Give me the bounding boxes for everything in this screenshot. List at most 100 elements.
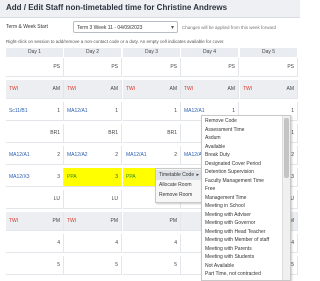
session-label: AM (169, 86, 178, 92)
timetable-cell[interactable]: 5 (6, 256, 64, 275)
timetable-cell[interactable]: PS (6, 58, 64, 77)
week-select[interactable]: Term 3 Week 11 - 04/09/2023 ▾ (73, 21, 178, 33)
timetable-cell[interactable]: 4 (123, 234, 181, 253)
registration-code: TWI (67, 218, 77, 224)
class-code: MA12/X3 (9, 174, 30, 180)
registration-code: TWI (243, 86, 253, 92)
timetable-cell[interactable]: LU (64, 190, 122, 209)
submenu-item[interactable]: Detention Supervision (202, 169, 282, 176)
timetable-cell[interactable]: MA12/A1 1 (64, 102, 122, 121)
class-code: MA12/A1 (67, 108, 88, 114)
registration-code: TWI (67, 86, 77, 92)
timetable-cell[interactable]: PS (64, 58, 122, 77)
menu-item-timetable-code[interactable]: Timetable Code ▸ (156, 170, 202, 180)
period-number: 5 (174, 262, 177, 268)
scrollbar-thumb[interactable] (284, 118, 289, 178)
day-header: Day 5 (240, 48, 298, 57)
timetable-cell[interactable]: TWI AM (181, 80, 239, 99)
class-code: MA12/A1 (126, 152, 147, 158)
session-label: AM (286, 86, 295, 92)
period-number: 3 (57, 174, 60, 180)
submenu-item[interactable]: Meeting with Head Teacher (202, 229, 282, 236)
timetable-cell[interactable]: PS (181, 58, 239, 77)
period-number: 2 (174, 152, 177, 158)
timetable-cell[interactable]: MA12/A1 2 (123, 146, 181, 165)
period-number: 2 (57, 152, 60, 158)
day-header: Day 2 (64, 48, 122, 57)
submenu-item[interactable]: Available (202, 144, 282, 151)
timetable-cell[interactable]: TWI AM (6, 80, 64, 99)
session-label: PS (287, 64, 294, 70)
period-number: 3 (291, 174, 294, 180)
session-label: AM (52, 86, 61, 92)
timetable-cell[interactable]: 5 (64, 256, 122, 275)
timetable-cell[interactable]: MA12/X3 3 (6, 168, 64, 187)
period-number: 3 (115, 174, 118, 180)
timetable-cell[interactable]: TWI AM (64, 80, 122, 99)
submenu-item[interactable]: Break Duty (202, 152, 282, 159)
registration-code: TWI (126, 86, 136, 92)
timetable-cell[interactable]: PS (240, 58, 298, 77)
period-number: 1 (115, 108, 118, 114)
timetable-cell[interactable]: Sc11/B1 1 (6, 102, 64, 121)
instructions: Right-click on session to add/remove a n… (6, 39, 225, 44)
timetable-cell[interactable]: 5 (123, 256, 181, 275)
timetable-cell[interactable]: TWI AM (123, 80, 181, 99)
submenu-item[interactable]: Meeting with Member of staff (202, 237, 282, 244)
timetable-cell[interactable]: TWI AM (240, 80, 298, 99)
submenu-item[interactable]: Assessment Time (202, 127, 282, 134)
submenu-item[interactable]: Asdum (202, 135, 282, 142)
class-code: MA12/A1 (184, 108, 205, 114)
timetable-cell[interactable]: BR1 (64, 124, 122, 143)
week-controls: Term & Week Start Term 3 Week 11 - 04/09… (0, 20, 300, 36)
timetable-cell[interactable]: PS (123, 58, 181, 77)
day-header: Day 3 (123, 48, 181, 57)
submenu-item[interactable]: Meeting with Governor (202, 220, 282, 227)
session-label: LU (111, 196, 118, 202)
period-number: 4 (174, 240, 177, 246)
class-code: MA12/A1 (9, 152, 30, 158)
chevron-down-icon: ▾ (170, 25, 174, 31)
dialog-title: Add / Edit Staff non-timetabled time for… (6, 3, 228, 12)
timetable-cell[interactable]: BR1 (123, 124, 181, 143)
dialog-title-bar: Add / Edit Staff non-timetabled time for… (0, 0, 300, 18)
submenu-item[interactable]: Designated Cover Period (202, 161, 282, 168)
session-label: PS (170, 64, 177, 70)
timetable-cell[interactable]: 1 (123, 102, 181, 121)
period-number: 2 (291, 152, 294, 158)
session-label: BR1 (50, 130, 60, 136)
class-code: PPA (126, 174, 136, 180)
timetable-cell[interactable]: LU (6, 190, 64, 209)
session-label: PM (169, 218, 178, 224)
timetable-cell[interactable]: MA12/A2 2 (64, 146, 122, 165)
timetable-cell[interactable]: TWI PM (6, 212, 64, 231)
submenu-item[interactable]: Free (202, 186, 282, 193)
submenu-item[interactable]: Meeting with Students (202, 254, 282, 261)
submenu-item[interactable]: Part Time, not contracted (202, 271, 282, 278)
period-number: 4 (57, 240, 60, 246)
submenu-item[interactable]: Remove Code (202, 118, 282, 125)
submenu-item[interactable]: Meeting with Adviser (202, 212, 282, 219)
submenu-item[interactable]: Management Time (202, 195, 282, 202)
period-number: 5 (57, 262, 60, 268)
submenu-item[interactable]: Not Available (202, 263, 282, 270)
timetable-cell[interactable]: PM (123, 212, 181, 231)
submenu-item[interactable]: Faculty Management Time (202, 178, 282, 185)
chevron-right-icon: ▸ (196, 172, 199, 178)
timetable-cell[interactable]: BR1 (6, 124, 64, 143)
timetable-cell[interactable]: MA12/A1 2 (6, 146, 64, 165)
menu-item-allocate-room[interactable]: Allocate Room (156, 180, 202, 190)
class-code: PPA (67, 174, 77, 180)
period-number: 5 (291, 262, 294, 268)
menu-item-remove-room[interactable]: Remove Room (156, 190, 202, 200)
timetable-cell[interactable]: 4 (6, 234, 64, 253)
period-number: 1 (57, 108, 60, 114)
submenu-item[interactable]: Meeting in School (202, 203, 282, 210)
timetable-cell[interactable]: 4 (64, 234, 122, 253)
timetable-cell[interactable]: TWI PM (64, 212, 122, 231)
submenu-scrollbar[interactable] (282, 116, 290, 280)
period-number: 2 (115, 152, 118, 158)
timetable-cell[interactable]: PPA 3 (64, 168, 122, 187)
period-number: 1 (174, 108, 177, 114)
submenu-item[interactable]: Meeting with Parents (202, 246, 282, 253)
